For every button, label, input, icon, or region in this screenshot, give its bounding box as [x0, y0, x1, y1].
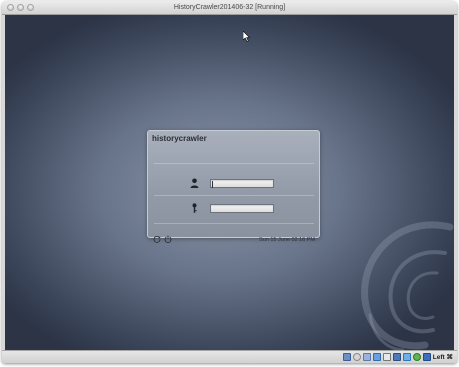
hostname-label: historycrawler	[152, 134, 207, 143]
usb-icon[interactable]	[363, 353, 371, 361]
shared-folders-icon[interactable]	[373, 353, 381, 361]
guest-additions-icon[interactable]	[413, 353, 421, 361]
power-icon[interactable]	[164, 235, 172, 243]
hard-disk-icon[interactable]	[343, 353, 351, 361]
virtualbox-window: HistoryCrawler201406-32 [Running] histor…	[2, 1, 457, 363]
login-dialog: historycrawler Sun 15 June 02:16 PM	[147, 130, 320, 243]
restart-icon[interactable]	[153, 235, 161, 243]
clock: Sun 15 June 02:16 PM	[259, 237, 315, 243]
mouse-integration-icon[interactable]	[423, 353, 431, 361]
display-icon[interactable]	[383, 353, 391, 361]
username-input[interactable]	[210, 179, 274, 188]
user-icon	[190, 178, 199, 188]
divider	[154, 195, 314, 196]
vm-statusbar: Left ⌘	[2, 350, 457, 363]
key-icon	[192, 203, 197, 213]
window-title: HistoryCrawler201406-32 [Running]	[173, 4, 286, 11]
window-titlebar[interactable]: HistoryCrawler201406-32 [Running]	[2, 1, 457, 15]
divider	[154, 223, 314, 224]
network-icon[interactable]	[393, 353, 401, 361]
vm-screen[interactable]: historycrawler Sun 15 June 02:16 PM	[5, 15, 454, 350]
arrow-cursor-icon	[243, 31, 251, 42]
text-caret	[212, 181, 213, 188]
password-input[interactable]	[210, 204, 274, 213]
video-capture-icon[interactable]	[403, 353, 411, 361]
optical-drive-icon[interactable]	[353, 353, 361, 361]
divider	[154, 163, 314, 164]
host-key-label: Left ⌘	[432, 354, 453, 361]
